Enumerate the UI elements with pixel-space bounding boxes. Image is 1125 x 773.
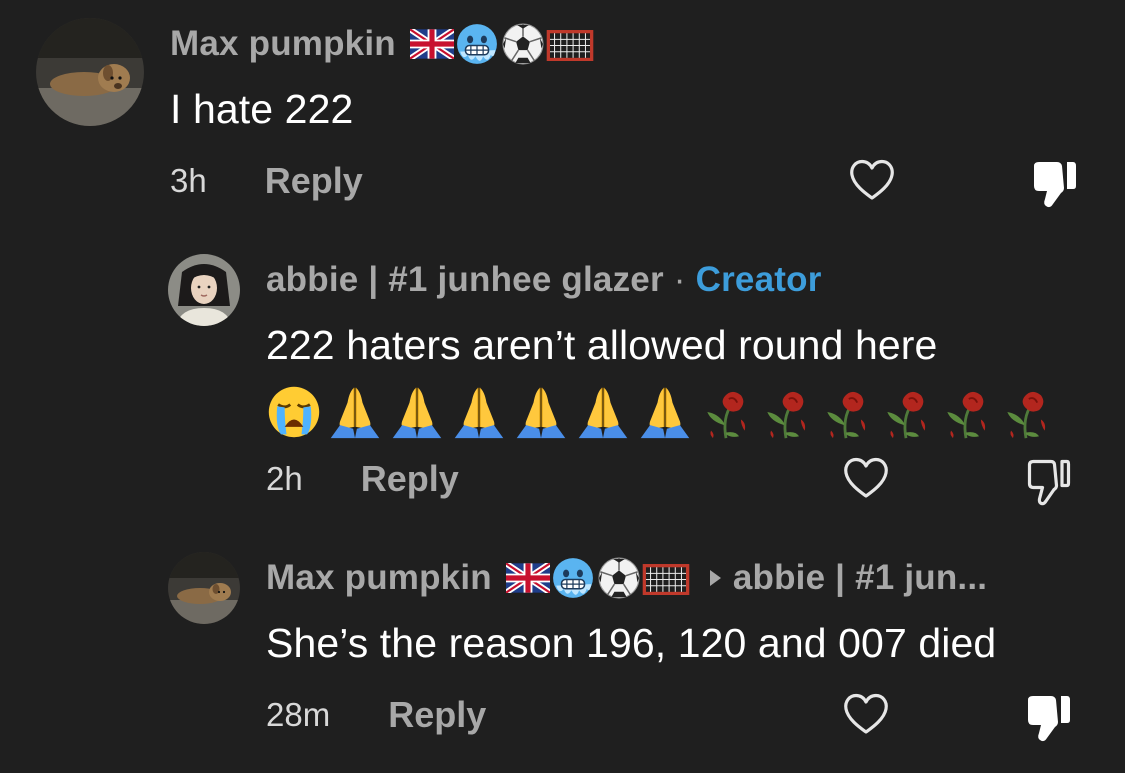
like-button[interactable] <box>848 158 896 202</box>
comment-header: Max pumpkin <box>170 22 594 66</box>
wilted-flower-icon <box>938 384 994 440</box>
comment-header: Max pumpkin abbie | #1 jun... <box>266 556 987 600</box>
separator-dot: · <box>673 260 686 299</box>
dislike-button[interactable] <box>1030 158 1078 210</box>
username[interactable]: Max pumpkin <box>170 24 396 64</box>
folded-hands-icon <box>636 384 694 440</box>
soccer-ball-icon <box>596 555 642 601</box>
timestamp: 28m <box>266 696 331 733</box>
wilted-flower-icon <box>998 384 1054 440</box>
folded-hands-icon <box>388 384 446 440</box>
goal-net-icon <box>546 27 594 61</box>
profile-badges <box>506 555 690 601</box>
dislike-button[interactable] <box>1024 456 1072 508</box>
username[interactable]: abbie | #1 junhee glazer <box>266 260 664 300</box>
timestamp: 2h <box>266 460 303 497</box>
folded-hands-icon <box>326 384 384 440</box>
wilted-flower-icon <box>878 384 934 440</box>
username[interactable]: Max pumpkin <box>266 558 492 598</box>
wilted-flower-icon <box>698 384 754 440</box>
emoji-row <box>266 386 1054 438</box>
dislike-filled-icon <box>1030 158 1078 210</box>
folded-hands-icon <box>450 384 508 440</box>
like-button[interactable] <box>842 456 890 500</box>
comment-text: She’s the reason 196, 120 and 007 died <box>266 620 997 666</box>
heart-icon <box>842 692 890 736</box>
avatar[interactable] <box>168 254 240 326</box>
wilted-flower-icon <box>758 384 814 440</box>
comment-meta: 28m Reply <box>266 692 486 738</box>
reply-arrow-icon <box>709 570 721 586</box>
comment-meta: 2h Reply <box>266 456 459 502</box>
reply-button[interactable]: Reply <box>265 160 363 202</box>
goal-net-icon <box>642 561 690 595</box>
profile-badges <box>410 21 594 67</box>
cold-face-icon <box>454 21 500 67</box>
timestamp: 3h <box>170 162 207 199</box>
like-button[interactable] <box>842 692 890 736</box>
comment-text: I hate 222 <box>170 86 354 132</box>
avatar[interactable] <box>36 18 144 126</box>
cold-face-icon <box>550 555 596 601</box>
comment-meta: 3h Reply <box>170 158 363 204</box>
comment-header: abbie | #1 junhee glazer · Creator <box>266 258 822 302</box>
comment-text: 222 haters aren’t allowed round here <box>266 322 938 368</box>
avatar[interactable] <box>168 552 240 624</box>
wilted-flower-icon <box>818 384 874 440</box>
dislike-outline-icon <box>1024 456 1072 508</box>
creator-label: Creator <box>695 260 822 299</box>
soccer-ball-icon <box>500 21 546 67</box>
heart-icon <box>848 158 896 202</box>
reply-to-username[interactable]: abbie | #1 jun... <box>733 558 987 598</box>
folded-hands-icon <box>512 384 570 440</box>
uk-flag-icon <box>410 29 454 59</box>
dislike-filled-icon <box>1024 692 1072 744</box>
heart-icon <box>842 456 890 500</box>
loudly-crying-face-icon <box>266 384 322 440</box>
reply-button[interactable]: Reply <box>361 458 459 500</box>
folded-hands-icon <box>574 384 632 440</box>
reply-button[interactable]: Reply <box>388 694 486 736</box>
uk-flag-icon <box>506 563 550 593</box>
dislike-button[interactable] <box>1024 692 1072 744</box>
